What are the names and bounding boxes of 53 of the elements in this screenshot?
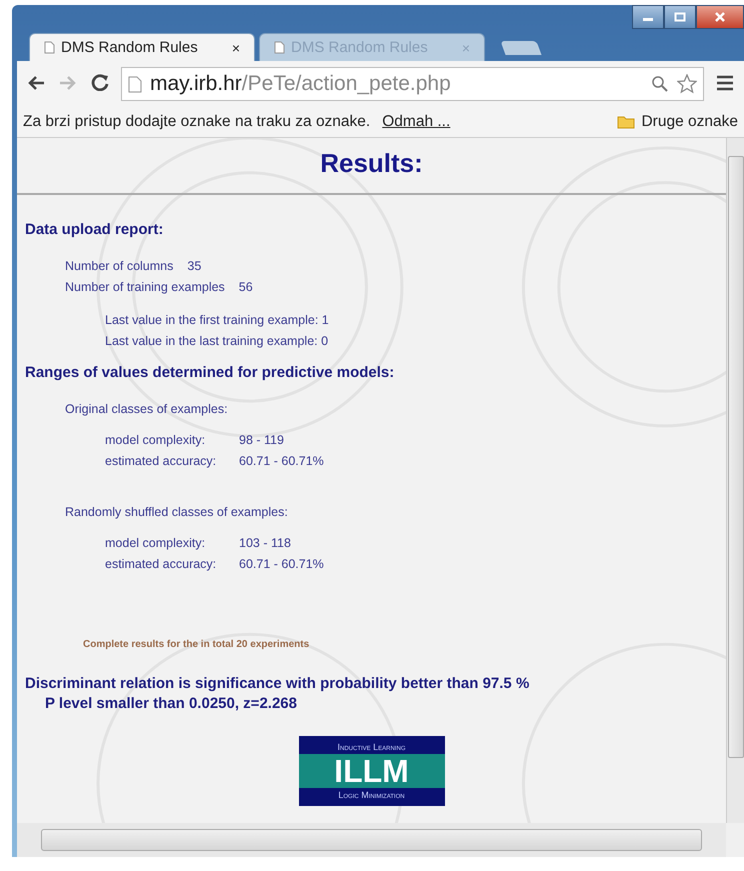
logo-caption: Logic Minimization — [338, 789, 405, 802]
page-icon — [128, 76, 142, 92]
forward-arrow-icon — [59, 75, 77, 91]
star-icon[interactable] — [677, 74, 697, 94]
metric-value: 60.71 - 60.71% — [239, 453, 324, 470]
group-title: Original classes of examples: — [65, 401, 229, 418]
metric-label: model complexity: — [105, 535, 206, 552]
maximize-icon — [674, 12, 686, 22]
conclusion-text: Discriminant relation is significance with probability better than 97.5 % — [25, 674, 530, 694]
metric-label: model complexity: — [105, 432, 206, 449]
maximize-button[interactable] — [664, 5, 696, 29]
zoom-icon[interactable] — [651, 75, 669, 93]
page-icon — [274, 41, 285, 54]
stat-value: 56 — [238, 279, 253, 296]
bookmark-folder[interactable]: Druge oznake — [617, 113, 738, 131]
report-line: Last value in the last training example: 0 — [105, 333, 330, 350]
section-heading: Ranges of values determined for predictive models: — [25, 364, 396, 381]
address-bar[interactable]: may.irb.hr/PeTe/action_pete.php — [121, 67, 704, 101]
stat-label: Number of columns — [65, 258, 174, 275]
close-icon — [714, 11, 726, 23]
metric-label: estimated accuracy: — [105, 556, 218, 573]
tab-title: DMS Random Rules — [61, 39, 198, 56]
close-tab-button[interactable]: × — [232, 40, 240, 56]
folder-icon — [617, 115, 636, 129]
import-link[interactable]: Odmah ... — [382, 113, 450, 131]
page-title: Results: — [319, 148, 424, 179]
stat-value: 35 — [187, 258, 202, 275]
horizontal-scrollbar[interactable] — [17, 823, 726, 857]
scrollbar-thumb[interactable] — [728, 156, 744, 758]
section-heading: Data upload report: — [25, 221, 164, 238]
logo-wordmark: ILLM — [298, 754, 444, 788]
metric-value: 60.71 - 60.71% — [239, 556, 324, 573]
metric-value: 98 - 119 — [239, 432, 284, 449]
scrollbar-thumb[interactable] — [41, 829, 702, 851]
report-line: Last value in the first training example: 1 — [105, 312, 330, 329]
stat-label: Number of training examples — [65, 279, 225, 296]
metric-label: estimated accuracy: — [105, 453, 218, 470]
minimize-button[interactable] — [632, 5, 664, 29]
browser-tab[interactable]: DMS Random Rules × — [29, 33, 255, 61]
new-tab-button[interactable] — [500, 41, 542, 55]
conclusion-text: P level smaller than 0.0250, z=2.268 — [45, 694, 298, 714]
back-arrow-icon — [27, 75, 45, 91]
metric-value: 103 - 118 — [239, 535, 291, 552]
bookmarks-hint: Za brzi pristup dodajte oznake na traku za oznake. — [23, 113, 370, 131]
results-link[interactable]: Complete results for the in total 20 experiments — [83, 639, 310, 650]
vertical-scrollbar[interactable] — [726, 138, 744, 823]
page-icon — [44, 41, 55, 54]
url-text: may.irb.hr/PeTe/action_pete.php — [150, 72, 451, 96]
logo-caption: Inductive Learning — [337, 741, 406, 754]
close-button[interactable] — [696, 5, 744, 29]
reload-icon — [91, 73, 109, 91]
menu-icon — [716, 75, 734, 91]
group-title: Randomly shuffled classes of examples: — [65, 504, 289, 521]
